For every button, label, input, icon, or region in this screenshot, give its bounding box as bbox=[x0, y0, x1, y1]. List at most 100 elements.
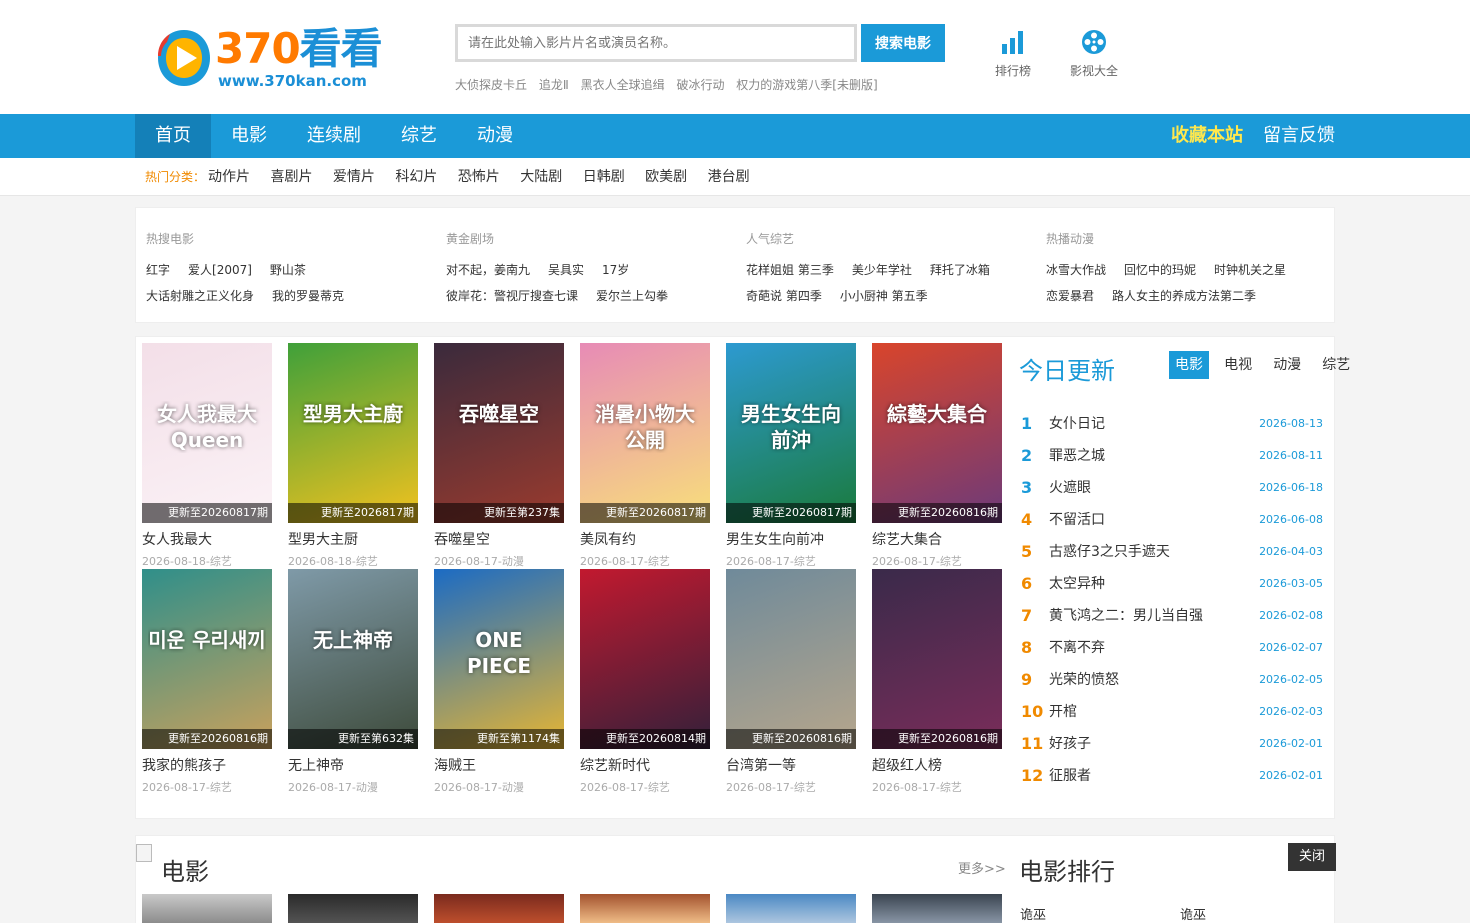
today-update-item[interactable]: 5 古惑仔3之只手遮天 2026-04-03 bbox=[1019, 541, 1329, 573]
hot-word-link[interactable]: 追龙Ⅱ bbox=[539, 78, 569, 92]
video-title[interactable]: 海贼王 bbox=[434, 755, 564, 775]
video-title[interactable]: 超级红人榜 bbox=[872, 755, 1002, 775]
hot-link[interactable]: 冰雪大作战 bbox=[1046, 263, 1106, 277]
video-card[interactable]: 미운 우리새끼 更新至20260816期 我家的熊孩子 2026-08-17-综艺 bbox=[142, 569, 272, 795]
video-poster[interactable]: 型男大主廚 更新至2026817期 bbox=[288, 343, 418, 523]
category-link[interactable]: 大陆剧 bbox=[520, 169, 562, 185]
today-update-item[interactable]: 11 好孩子 2026-02-01 bbox=[1019, 733, 1329, 765]
hot-link[interactable]: 回忆中的玛妮 bbox=[1124, 263, 1196, 277]
video-card[interactable]: 型男大主廚 更新至2026817期 型男大主厨 2026-08-18-综艺 bbox=[288, 343, 418, 569]
video-card[interactable]: ONE PIECE 更新至第1174集 海贼王 2026-08-17-动漫 bbox=[434, 569, 564, 795]
hot-link[interactable]: 我的罗曼蒂克 bbox=[272, 289, 344, 303]
video-poster[interactable]: 更新至20260814期 bbox=[580, 569, 710, 749]
update-title[interactable]: 不留活口 bbox=[1049, 509, 1105, 531]
video-card[interactable]: 更新至20260816期 台湾第一等 2026-08-17-综艺 bbox=[726, 569, 856, 795]
today-update-item[interactable]: 1 女仆日记 2026-08-13 bbox=[1019, 413, 1329, 445]
hot-link[interactable]: 红字 bbox=[146, 263, 170, 277]
today-update-item[interactable]: 7 黄飞鸿之二：男儿当自强 2026-02-08 bbox=[1019, 605, 1329, 637]
video-title[interactable]: 美凤有约 bbox=[580, 529, 710, 549]
hot-link[interactable]: 吴具实 bbox=[548, 263, 584, 277]
hot-link[interactable]: 对不起，姜南九 bbox=[446, 263, 530, 277]
movie-thumbnail[interactable] bbox=[142, 894, 272, 923]
video-card[interactable]: 更新至20260816期 超级红人榜 2026-08-17-综艺 bbox=[872, 569, 1002, 795]
hot-link[interactable]: 彼岸花：警视厅搜查七课 bbox=[446, 289, 578, 303]
category-link[interactable]: 科幻片 bbox=[395, 169, 437, 185]
video-title[interactable]: 综艺新时代 bbox=[580, 755, 710, 775]
update-title[interactable]: 征服者 bbox=[1049, 765, 1091, 787]
hot-link[interactable]: 美少年学社 bbox=[852, 263, 912, 277]
category-link[interactable]: 爱情片 bbox=[333, 169, 375, 185]
video-card[interactable]: 女人我最大Queen 更新至20260817期 女人我最大 2026-08-18-综艺 bbox=[142, 343, 272, 569]
category-link[interactable]: 恐怖片 bbox=[458, 169, 500, 185]
today-update-item[interactable]: 3 火遮眼 2026-06-18 bbox=[1019, 477, 1329, 509]
movies-more-link[interactable]: 更多>> bbox=[958, 858, 1006, 877]
ranking-item[interactable]: 诡巫 bbox=[1020, 904, 1046, 923]
movie-thumbnail[interactable] bbox=[872, 894, 1002, 923]
update-title[interactable]: 女仆日记 bbox=[1049, 413, 1105, 435]
close-button[interactable]: 关闭 bbox=[1288, 843, 1336, 871]
video-poster[interactable]: 女人我最大Queen 更新至20260817期 bbox=[142, 343, 272, 523]
today-update-item[interactable]: 4 不留活口 2026-06-08 bbox=[1019, 509, 1329, 541]
video-card[interactable]: 吞噬星空 更新至第237集 吞噬星空 2026-08-17-动漫 bbox=[434, 343, 564, 569]
hot-link[interactable]: 奇葩说 第四季 bbox=[746, 289, 822, 303]
ranking-link[interactable]: 排行榜 bbox=[983, 28, 1043, 79]
hot-link[interactable]: 爱尔兰上勾拳 bbox=[596, 289, 668, 303]
video-title[interactable]: 吞噬星空 bbox=[434, 529, 564, 549]
update-title[interactable]: 光荣的愤怒 bbox=[1049, 669, 1119, 691]
update-title[interactable]: 古惑仔3之只手遮天 bbox=[1049, 541, 1170, 563]
category-link[interactable]: 动作片 bbox=[208, 169, 250, 185]
category-link[interactable]: 欧美剧 bbox=[645, 169, 687, 185]
video-card[interactable]: 綜藝大集合 更新至20260816期 综艺大集合 2026-08-17-综艺 bbox=[872, 343, 1002, 569]
hot-link[interactable]: 野山茶 bbox=[270, 263, 306, 277]
video-title[interactable]: 综艺大集合 bbox=[872, 529, 1002, 549]
video-title[interactable]: 我家的熊孩子 bbox=[142, 755, 272, 775]
video-title[interactable]: 台湾第一等 bbox=[726, 755, 856, 775]
bookmark-site-link[interactable]: 收藏本站 bbox=[1171, 114, 1243, 158]
hot-link[interactable]: 时钟机关之星 bbox=[1214, 263, 1286, 277]
video-poster[interactable]: 无上神帝 更新至第632集 bbox=[288, 569, 418, 749]
today-update-item[interactable]: 10 开棺 2026-02-03 bbox=[1019, 701, 1329, 733]
video-title[interactable]: 无上神帝 bbox=[288, 755, 418, 775]
video-poster[interactable]: ONE PIECE 更新至第1174集 bbox=[434, 569, 564, 749]
ranking-item[interactable]: 诡巫 bbox=[1180, 904, 1206, 923]
hot-link[interactable]: 拜托了冰箱 bbox=[930, 263, 990, 277]
hot-link[interactable]: 17岁 bbox=[602, 263, 629, 277]
today-update-item[interactable]: 12 征服者 2026-02-01 bbox=[1019, 765, 1329, 797]
update-title[interactable]: 好孩子 bbox=[1049, 733, 1091, 755]
category-link[interactable]: 港台剧 bbox=[708, 169, 750, 185]
hot-word-link[interactable]: 黑衣人全球追缉 bbox=[581, 78, 665, 92]
video-card[interactable]: 消暑小物大公開 更新至20260817期 美凤有约 2026-08-17-综艺 bbox=[580, 343, 710, 569]
nav-series[interactable]: 连续剧 bbox=[287, 114, 381, 158]
update-title[interactable]: 罪恶之城 bbox=[1049, 445, 1105, 467]
video-card[interactable]: 更新至20260814期 综艺新时代 2026-08-17-综艺 bbox=[580, 569, 710, 795]
update-title[interactable]: 黄飞鸿之二：男儿当自强 bbox=[1049, 605, 1203, 627]
nav-anime[interactable]: 动漫 bbox=[457, 114, 533, 158]
tab-anime[interactable]: 动漫 bbox=[1267, 351, 1307, 379]
feedback-link[interactable]: 留言反馈 bbox=[1263, 114, 1335, 158]
movie-thumbnail[interactable] bbox=[580, 894, 710, 923]
video-card[interactable]: 无上神帝 更新至第632集 无上神帝 2026-08-17-动漫 bbox=[288, 569, 418, 795]
video-poster[interactable]: 男生女生向前沖 更新至20260817期 bbox=[726, 343, 856, 523]
tab-variety[interactable]: 综艺 bbox=[1316, 351, 1356, 379]
video-title[interactable]: 型男大主厨 bbox=[288, 529, 418, 549]
hot-link[interactable]: 大话射雕之正义化身 bbox=[146, 289, 254, 303]
update-title[interactable]: 开棺 bbox=[1049, 701, 1077, 723]
today-update-item[interactable]: 8 不离不弃 2026-02-07 bbox=[1019, 637, 1329, 669]
hot-link[interactable]: 花样姐姐 第三季 bbox=[746, 263, 834, 277]
site-logo[interactable]: 370看看 www.370kan.com bbox=[155, 24, 383, 94]
category-link[interactable]: 日韩剧 bbox=[583, 169, 625, 185]
today-update-item[interactable]: 6 太空异种 2026-03-05 bbox=[1019, 573, 1329, 605]
movie-thumbnail[interactable] bbox=[288, 894, 418, 923]
search-input[interactable] bbox=[455, 24, 857, 62]
update-title[interactable]: 火遮眼 bbox=[1049, 477, 1091, 499]
movie-thumbnail[interactable] bbox=[726, 894, 856, 923]
video-title[interactable]: 女人我最大 bbox=[142, 529, 272, 549]
hot-word-link[interactable]: 权力的游戏第八季[未删版] bbox=[736, 78, 877, 92]
update-title[interactable]: 太空异种 bbox=[1049, 573, 1105, 595]
video-card[interactable]: 男生女生向前沖 更新至20260817期 男生女生向前冲 2026-08-17-综艺 bbox=[726, 343, 856, 569]
today-update-item[interactable]: 9 光荣的愤怒 2026-02-05 bbox=[1019, 669, 1329, 701]
nav-variety[interactable]: 综艺 bbox=[381, 114, 457, 158]
search-button[interactable]: 搜索电影 bbox=[861, 24, 945, 62]
category-link[interactable]: 喜剧片 bbox=[270, 169, 312, 185]
video-poster[interactable]: 綜藝大集合 更新至20260816期 bbox=[872, 343, 1002, 523]
